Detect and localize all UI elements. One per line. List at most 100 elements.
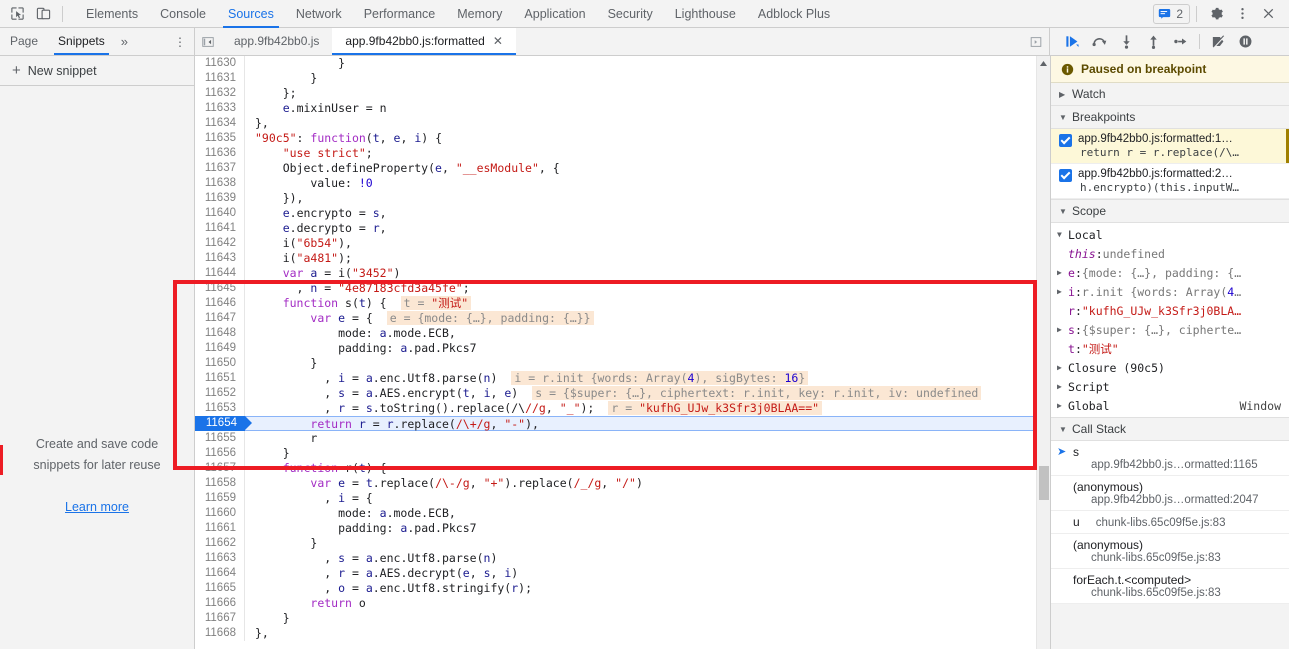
line-number[interactable]: 11636 [195, 146, 245, 161]
breakpoint-checkbox[interactable] [1059, 169, 1072, 182]
line-number[interactable]: 11665 [195, 581, 245, 596]
line-number[interactable]: 11637 [195, 161, 245, 176]
panel-tab-sources[interactable]: Sources [217, 0, 285, 28]
code-line[interactable]: 11645 , n = "4e87183cfd3a45fe"; [195, 281, 1050, 296]
code-line-executing[interactable]: 11654 return r = r.replace(/\+/g, "-"), [195, 416, 1050, 431]
code-line[interactable]: 11662 } [195, 536, 1050, 551]
step-into-button[interactable] [1114, 29, 1139, 54]
close-icon[interactable] [1255, 1, 1281, 27]
code-line[interactable]: 11640 e.encrypto = s, [195, 206, 1050, 221]
line-number[interactable]: 11668 [195, 626, 245, 641]
line-number[interactable]: 11640 [195, 206, 245, 221]
code-line[interactable]: 11661 padding: a.pad.Pkcs7 [195, 521, 1050, 536]
code-line[interactable]: 11655 r [195, 431, 1050, 446]
scope-variable[interactable]: t: "测试" [1051, 339, 1289, 358]
line-number[interactable]: 11657 [195, 461, 245, 476]
code-line[interactable]: 11657 function r(t) { [195, 461, 1050, 476]
code-line[interactable]: 11644 var a = i("3452") [195, 266, 1050, 281]
scope-group-closure[interactable]: ▶ Closure (90c5) [1051, 358, 1289, 377]
line-number[interactable]: 11661 [195, 521, 245, 536]
line-number[interactable]: 11638 [195, 176, 245, 191]
inspect-element-icon[interactable] [4, 1, 30, 27]
code-line[interactable]: 11639 }), [195, 191, 1050, 206]
device-toolbar-icon[interactable] [30, 1, 56, 27]
panel-tab-console[interactable]: Console [149, 0, 217, 28]
collapse-navigator-icon[interactable] [195, 28, 221, 55]
more-options-icon[interactable] [1229, 1, 1255, 27]
scope-variable[interactable]: ▶ s: {$super: {…}, cipherte… [1051, 320, 1289, 339]
editor-scrollbar[interactable] [1036, 56, 1050, 649]
code-line[interactable]: 11646 function s(t) {t = "测试" [195, 296, 1050, 311]
editor-tab-app-js-formatted[interactable]: app.9fb42bb0.js:formatted ✕ [332, 28, 516, 55]
code-line[interactable]: 11667 } [195, 611, 1050, 626]
line-number[interactable]: 11644 [195, 266, 245, 281]
chevron-right-icon[interactable]: ▶ [1057, 268, 1068, 277]
line-number[interactable]: 11667 [195, 611, 245, 626]
code-line[interactable]: 11652 , s = a.AES.encrypt(t, i, e) s = {$… [195, 386, 1050, 401]
scope-group-local[interactable]: ▼ Local [1051, 225, 1289, 244]
step-button[interactable] [1168, 29, 1193, 54]
code-line[interactable]: 11650 } [195, 356, 1050, 371]
step-over-button[interactable] [1087, 29, 1112, 54]
pause-on-exceptions-button[interactable] [1233, 29, 1258, 54]
chevron-right-icon[interactable]: ▶ [1057, 363, 1068, 372]
code-line[interactable]: 11649 padding: a.pad.Pkcs7 [195, 341, 1050, 356]
code-line[interactable]: 11638 value: !0 [195, 176, 1050, 191]
code-line[interactable]: 11664 , r = a.AES.decrypt(e, s, i) [195, 566, 1050, 581]
code-line[interactable]: 11668}, [195, 626, 1050, 641]
scrollbar-up-icon[interactable] [1037, 56, 1050, 70]
code-line[interactable]: 11641 e.decrypto = r, [195, 221, 1050, 236]
panel-tab-memory[interactable]: Memory [446, 0, 513, 28]
panel-tab-elements[interactable]: Elements [75, 0, 149, 28]
line-number[interactable]: 11666 [195, 596, 245, 611]
code-line[interactable]: 11666 return o [195, 596, 1050, 611]
chevron-right-icon[interactable]: ▶ [1057, 382, 1068, 391]
breakpoint-item[interactable]: app.9fb42bb0.js:formatted:2… h.encrypto)… [1051, 164, 1289, 199]
line-number[interactable]: 11653 [195, 401, 245, 416]
line-number[interactable]: 11642 [195, 236, 245, 251]
code-line[interactable]: 11647 var e = {e = {mode: {…}, padding: … [195, 311, 1050, 326]
breakpoint-item[interactable]: app.9fb42bb0.js:formatted:1… return r = … [1051, 129, 1289, 164]
line-number[interactable]: 11631 [195, 71, 245, 86]
step-out-button[interactable] [1141, 29, 1166, 54]
line-number[interactable]: 11652 [195, 386, 245, 401]
panel-tab-security[interactable]: Security [597, 0, 664, 28]
line-number[interactable]: 11635 [195, 131, 245, 146]
code-line[interactable]: 11643 i("a481"); [195, 251, 1050, 266]
code-line[interactable]: 11656 } [195, 446, 1050, 461]
line-number[interactable]: 11647 [195, 311, 245, 326]
code-line[interactable]: 11651 , i = a.enc.Utf8.parse(n) i = r.ini… [195, 371, 1050, 386]
gear-icon[interactable] [1203, 1, 1229, 27]
chevron-right-icon[interactable]: ▶ [1057, 325, 1068, 334]
code-line[interactable]: 11635 "90c5": function(t, e, i) { [195, 131, 1050, 146]
resume-script-button[interactable] [1060, 29, 1085, 54]
breakpoints-section-header[interactable]: ▼ Breakpoints [1051, 106, 1289, 129]
line-number[interactable]: 11632 [195, 86, 245, 101]
call-stack-frame[interactable]: (anonymous) app.9fb42bb0.js…ormatted:2047 [1051, 476, 1289, 511]
code-line[interactable]: 11660 mode: a.mode.ECB, [195, 506, 1050, 521]
line-number[interactable]: 11663 [195, 551, 245, 566]
line-number[interactable]: 11651 [195, 371, 245, 386]
line-number[interactable]: 11655 [195, 431, 245, 446]
code-line[interactable]: 11659 , i = { [195, 491, 1050, 506]
close-tab-icon[interactable]: ✕ [493, 28, 503, 55]
code-line[interactable]: 11636 "use strict"; [195, 146, 1050, 161]
learn-more-link[interactable]: Learn more [26, 497, 168, 518]
panel-tab-adblock-plus[interactable]: Adblock Plus [747, 0, 841, 28]
more-tabs-icon[interactable]: » [115, 34, 134, 49]
code-editor[interactable]: 11630 } 11631 } 11632 }; 11633 e.mixinUser … [195, 56, 1050, 649]
line-number[interactable]: 11646 [195, 296, 245, 311]
line-number[interactable]: 11634 [195, 116, 245, 131]
console-messages-badge[interactable]: 2 [1153, 3, 1190, 24]
line-number[interactable]: 11656 [195, 446, 245, 461]
breakpoint-checkbox[interactable] [1059, 134, 1072, 147]
navigator-kebab-icon[interactable]: ⋮ [166, 35, 194, 49]
chevron-right-icon[interactable]: ▶ [1057, 401, 1068, 410]
call-stack-frame[interactable]: u chunk-libs.65c09f5e.js:83 [1051, 511, 1289, 534]
line-number[interactable]: 11641 [195, 221, 245, 236]
line-number[interactable]: 11664 [195, 566, 245, 581]
scope-variable[interactable]: r: "kufhG_UJw_k3Sfr3j0BLA… [1051, 301, 1289, 320]
line-number[interactable]: 11662 [195, 536, 245, 551]
popout-editor-icon[interactable] [1023, 28, 1049, 55]
editor-scrollbar-thumb[interactable] [1039, 466, 1049, 500]
